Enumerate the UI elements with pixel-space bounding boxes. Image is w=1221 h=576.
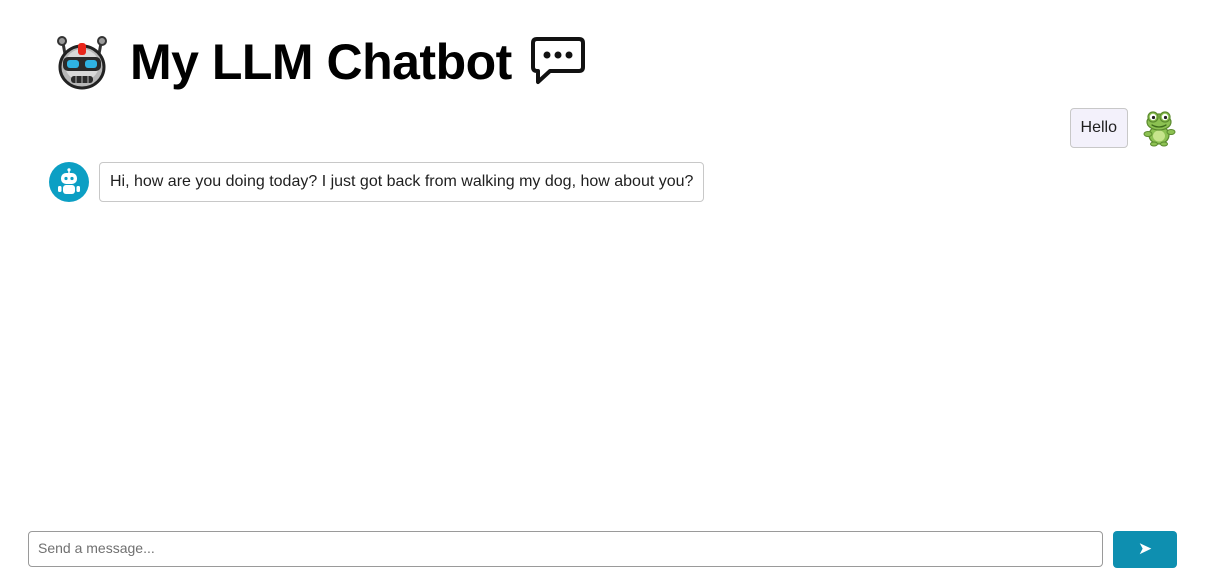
bot-message: Hi, how are you doing today? I just got …	[49, 162, 705, 202]
user-message-bubble: Hello	[1069, 108, 1128, 148]
send-button[interactable]: ➤	[1113, 530, 1177, 568]
message-composer: ➤	[28, 530, 1177, 568]
message-input[interactable]	[28, 531, 1103, 567]
bot-message-bubble: Hi, how are you doing today? I just got …	[99, 162, 705, 202]
frog-avatar-icon	[1143, 111, 1176, 147]
chat-history: Hello Hi, how are you doing today? I jus…	[0, 0, 1221, 520]
chat-app: My LLM Chatbot Hello Hi, how are you doi…	[0, 0, 1221, 576]
robot-avatar-icon	[49, 162, 89, 202]
user-message: Hello	[1069, 108, 1179, 148]
